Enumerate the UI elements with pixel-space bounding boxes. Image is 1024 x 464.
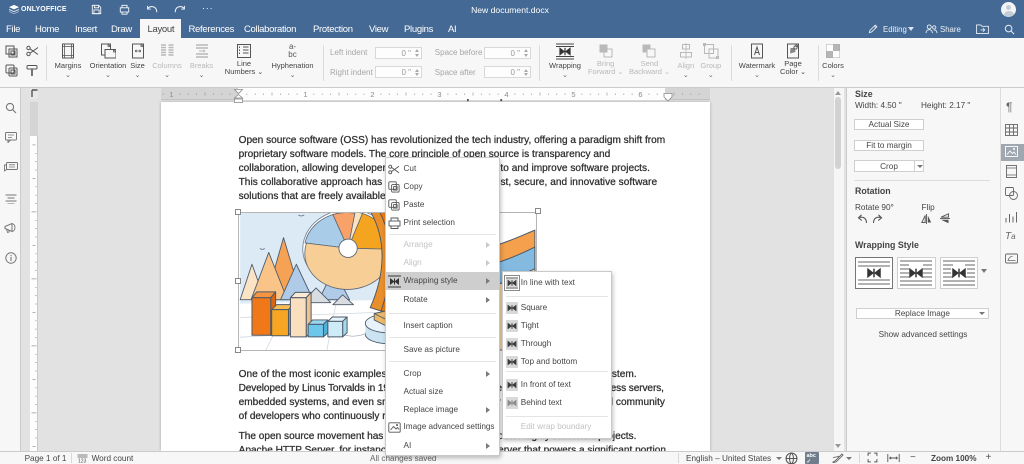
svg-text:5: 5 xyxy=(571,90,575,99)
svg-text:4: 4 xyxy=(504,90,508,99)
svg-text:2: 2 xyxy=(370,90,374,99)
svg-text:123: 123 xyxy=(78,459,87,464)
svg-text:6: 6 xyxy=(638,90,642,99)
svg-text:3: 3 xyxy=(437,90,441,99)
svg-text:1: 1 xyxy=(303,90,307,99)
svg-text:1: 1 xyxy=(169,90,173,99)
